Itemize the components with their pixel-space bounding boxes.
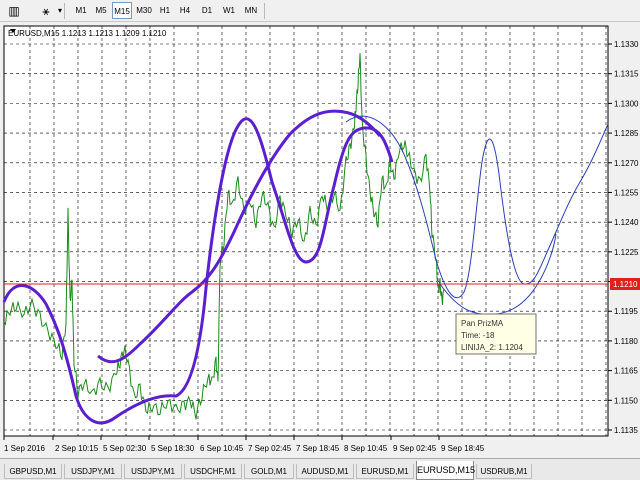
price-tick-label: 1.1255: [614, 188, 639, 197]
time-tick-label: 2 Sep 10:15: [55, 444, 99, 453]
time-tick-label: 7 Sep 02:45: [248, 444, 292, 453]
timeframe-button-w1[interactable]: W1: [220, 2, 238, 19]
price-tick-label: 1.1225: [614, 248, 639, 257]
timeframe-button-m1[interactable]: M1: [72, 2, 90, 19]
symbol-tab[interactable]: USDJPY,M1: [124, 464, 182, 479]
price-tick-label: 1.1195: [614, 307, 638, 316]
time-tick-label: 6 Sep 10:45: [200, 444, 244, 453]
price-tick-label: 1.1165: [614, 367, 638, 376]
symbol-tab[interactable]: EURUSD,M15: [416, 461, 475, 480]
bar-chart-icon[interactable]: ▥: [6, 3, 22, 19]
time-tick-label: 8 Sep 10:45: [344, 444, 388, 453]
timeframe-button-m30[interactable]: M30: [134, 2, 154, 19]
price-tick-label: 1.1135: [614, 426, 638, 435]
timeframe-button-mn[interactable]: MN: [242, 2, 260, 19]
current-price-label: 1.1210: [613, 280, 638, 289]
time-tick-label: 1 Sep 2016: [4, 444, 45, 453]
time-tick-label: 5 Sep 18:30: [151, 444, 195, 453]
symbol-tabs: GBPUSD,M1 USDJPY,M1 USDJPY,M1 USDCHF,M1 GOLD…: [0, 458, 640, 480]
toolbar: ▥ ⚹ ▾ M1 M5 M15 M30 H1 H4 D1 W1 MN: [0, 0, 640, 22]
toolbar-separator: [264, 3, 265, 19]
timeframe-button-d1[interactable]: D1: [198, 2, 216, 19]
tooltip-time: Time: -18: [461, 331, 495, 340]
chart-header: EURUSD,M15 1.1213 1.1213 1.1209 1.1210: [8, 29, 167, 38]
dropdown-icon[interactable]: ▾: [52, 3, 68, 19]
time-tick-label: 5 Sep 02:30: [103, 444, 147, 453]
symbol-tab[interactable]: USDJPY,M1: [64, 464, 122, 479]
tooltip-value: LINIJA_2: 1.1204: [461, 343, 523, 352]
plot-area[interactable]: [3, 25, 609, 437]
symbol-tab[interactable]: EURUSD,M1: [356, 464, 414, 479]
symbol-tab[interactable]: USDRUB,M1: [476, 464, 532, 479]
time-tick-label: 9 Sep 02:45: [393, 444, 437, 453]
price-tick-label: 1.1150: [614, 396, 638, 405]
time-tick-label: 9 Sep 18:45: [441, 444, 485, 453]
timeframe-button-m5[interactable]: M5: [92, 2, 110, 19]
price-tick-label: 1.1270: [614, 159, 639, 168]
toolbar-separator: [64, 3, 65, 19]
price-tick-label: 1.1330: [614, 40, 639, 49]
price-tick-label: 1.1180: [614, 337, 638, 346]
time-tick-label: 7 Sep 18:45: [296, 444, 340, 453]
price-tick-label: 1.1300: [614, 99, 639, 108]
price-chart[interactable]: 1.1330 1.1315 1.1300 1.1285 1.1270 1.1255 1.12…: [0, 22, 640, 458]
tooltip-title: Pan PrizMA: [461, 319, 504, 328]
symbol-tab[interactable]: USDCHF,M1: [184, 464, 242, 479]
price-tick-label: 1.1285: [614, 129, 639, 138]
price-tick-label: 1.1240: [614, 218, 639, 227]
price-tick-label: 1.1315: [614, 70, 639, 79]
tooltip: Pan PrizMA Time: -18 LINIJA_2: 1.1204: [455, 313, 537, 355]
timeframe-button-h1[interactable]: H1: [156, 2, 174, 19]
timeframe-button-h4[interactable]: H4: [176, 2, 194, 19]
symbol-tab[interactable]: AUDUSD,M1: [296, 464, 354, 479]
symbol-tab[interactable]: GOLD,M1: [244, 464, 294, 479]
timeframe-button-m15[interactable]: M15: [112, 2, 132, 19]
symbol-tab[interactable]: GBPUSD,M1: [4, 464, 62, 479]
